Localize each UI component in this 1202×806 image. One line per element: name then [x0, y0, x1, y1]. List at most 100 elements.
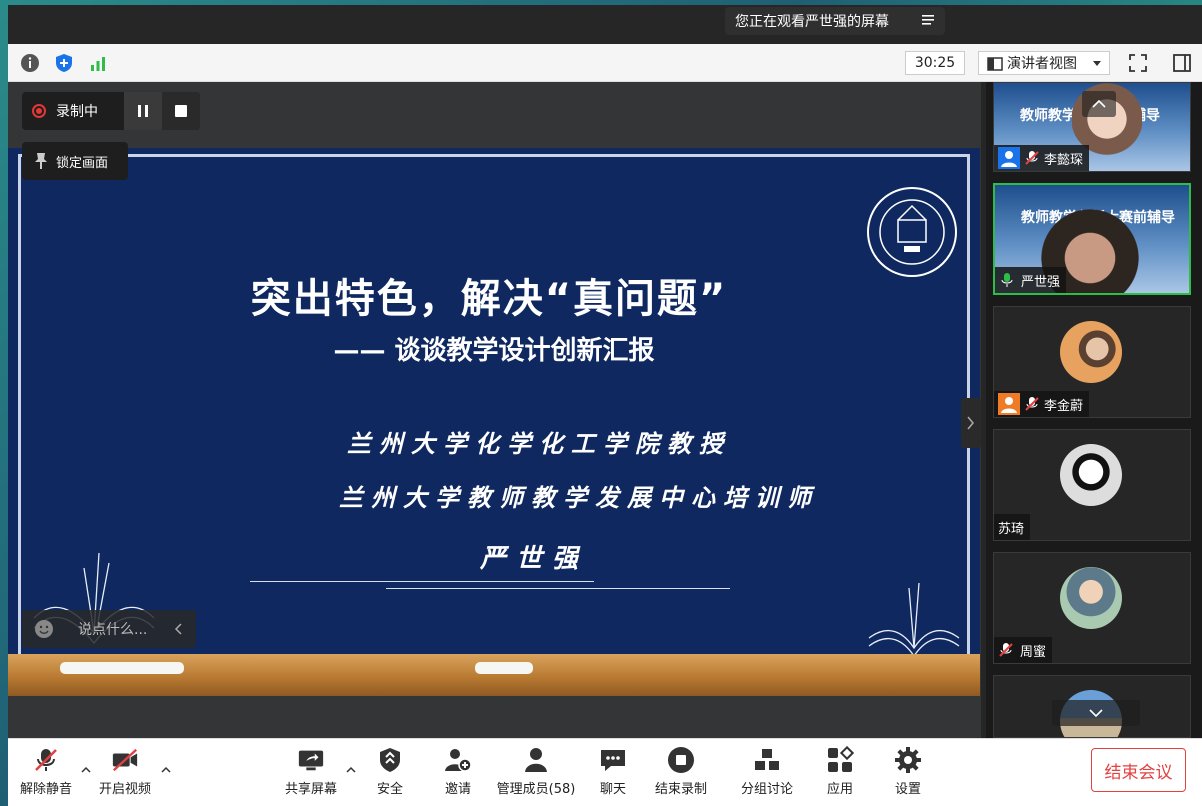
chat-placeholder: 说点什么... [78, 622, 148, 638]
chevron-up-icon [1092, 100, 1106, 108]
mic-muted-icon [1025, 397, 1039, 411]
video-off-icon [112, 748, 138, 772]
chat-input[interactable]: 说点什么... [22, 610, 196, 648]
apps-grid-icon [828, 746, 854, 772]
pause-recording-button[interactable] [124, 92, 162, 130]
speaker-view-icon [987, 57, 1003, 71]
scroll-up-button[interactable] [1082, 91, 1116, 117]
manage-participants-button[interactable]: 管理成员(58) [494, 746, 578, 800]
chevron-down-icon [1093, 61, 1101, 66]
info-icon[interactable] [18, 51, 42, 75]
view-mode-select[interactable]: 演讲者视图 [978, 51, 1110, 75]
breakout-rooms-label: 分组讨论 [740, 782, 793, 797]
participant-name: 严世强 [1021, 274, 1061, 290]
share-screen-label: 共享屏幕 [284, 782, 337, 797]
scroll-down-button[interactable] [1052, 700, 1140, 726]
meeting-timer: 30:25 [905, 51, 965, 75]
start-video-label: 开启视频 [98, 782, 151, 797]
stop-recording-toolbar-button[interactable]: 结束录制 [652, 746, 710, 800]
settings-label: 设置 [894, 782, 921, 797]
menu-icon[interactable] [921, 13, 935, 27]
security-label: 安全 [376, 782, 403, 797]
share-options-chevron-icon[interactable] [345, 764, 357, 776]
top-toolbar: 30:25 演讲者视图 [8, 44, 1202, 82]
participant-tile-active-speaker[interactable]: 教师教学创新大赛前辅导 严世强 [993, 183, 1191, 295]
stop-recording-button[interactable] [162, 92, 200, 130]
decor-line [250, 581, 594, 582]
slide-title: 突出特色，解决“真问题” [250, 276, 728, 322]
participant-avatar [1060, 444, 1122, 506]
view-mode-label: 演讲者视图 [1007, 56, 1077, 72]
lock-view-button[interactable]: 锁定画面 [22, 142, 128, 180]
viewing-banner[interactable]: 您正在观看严世强的屏幕 [725, 7, 945, 35]
manage-participants-label: 管理成员(58) [496, 782, 576, 797]
mic-muted-icon [999, 643, 1013, 657]
chevron-left-icon[interactable] [174, 623, 182, 635]
chalk-piece [475, 662, 533, 674]
participant-name-tag: 李金蔚 [994, 391, 1090, 417]
participant-tile[interactable]: 周蜜 [993, 552, 1191, 664]
security-button[interactable]: 安全 [370, 746, 410, 800]
participants-icon [525, 748, 547, 772]
share-screen-button[interactable]: 共享屏幕 [282, 746, 340, 800]
pause-icon [138, 105, 148, 117]
video-options-chevron-icon[interactable] [160, 764, 172, 776]
participant-tile[interactable] [993, 675, 1191, 738]
chevron-down-icon [1089, 709, 1103, 717]
participant-name-tag: 李懿琛 [994, 145, 1090, 171]
invite-button[interactable]: 邀请 [438, 746, 478, 800]
participant-name: 苏琦 [998, 521, 1025, 537]
security-shield-icon [380, 748, 400, 772]
viewing-banner-text: 您正在观看严世强的屏幕 [735, 14, 889, 30]
audio-options-chevron-icon[interactable] [80, 764, 92, 776]
start-video-button[interactable]: 开启视频 [96, 746, 154, 800]
chevron-right-icon [967, 416, 974, 430]
unmute-button[interactable]: 解除静音 [18, 746, 74, 800]
participant-name-tag: 严世强 [995, 267, 1067, 293]
emoji-icon[interactable] [34, 619, 54, 639]
invite-label: 邀请 [444, 782, 471, 797]
participant-avatar [1060, 321, 1122, 383]
gear-icon [895, 747, 921, 773]
sidebar-toggle-icon[interactable] [1170, 51, 1194, 75]
participant-name: 李懿琛 [1044, 152, 1084, 168]
fullscreen-icon[interactable] [1126, 51, 1150, 75]
participant-tile[interactable]: 教师教学创新大赛辅导 李懿琛 [993, 82, 1191, 172]
slide-affiliation-2: 兰州大学教师教学发展中心培训师 [339, 483, 819, 512]
participant-name-tag: 苏琦 [994, 514, 1031, 540]
apps-button[interactable]: 应用 [820, 746, 860, 800]
host-avatar-icon [998, 147, 1020, 169]
participant-tile[interactable]: 苏琦 [993, 429, 1191, 541]
share-screen-icon [298, 750, 324, 771]
participant-name-tag: 周蜜 [994, 637, 1053, 663]
record-dot-icon [32, 104, 46, 118]
breakout-rooms-button[interactable]: 分组讨论 [738, 746, 796, 800]
mic-muted-icon [35, 749, 57, 771]
lock-view-label: 锁定画面 [56, 155, 109, 171]
chat-label: 聊天 [599, 782, 626, 797]
stop-icon [175, 105, 187, 117]
invite-user-icon [445, 749, 472, 772]
settings-button[interactable]: 设置 [888, 746, 928, 800]
participant-name: 周蜜 [1020, 644, 1047, 660]
participant-avatar [1060, 567, 1122, 629]
mic-active-icon [1001, 273, 1013, 287]
unmute-label: 解除静音 [19, 782, 72, 797]
signal-strength-icon[interactable] [86, 51, 110, 75]
apps-label: 应用 [826, 782, 853, 797]
participant-tile[interactable]: 李金蔚 [993, 306, 1191, 418]
end-meeting-button[interactable]: 结束会议 [1091, 748, 1186, 792]
slide-subtitle: —— 谈谈教学设计创新汇报 [333, 336, 655, 366]
chalk-piece [60, 662, 184, 674]
university-seal-icon [867, 187, 957, 277]
decor-line [386, 588, 730, 589]
chat-button[interactable]: 聊天 [593, 746, 633, 800]
collapse-sidebar-button[interactable] [961, 398, 981, 448]
stop-record-icon [668, 747, 694, 773]
slide-affiliation-1: 兰州大学化学化工学院教授 [347, 429, 731, 458]
chalk-tray [8, 654, 980, 696]
participant-name: 李金蔚 [1044, 398, 1084, 414]
mic-muted-icon [1025, 151, 1039, 165]
shield-icon[interactable] [52, 51, 76, 75]
recording-label: 录制中 [56, 104, 98, 120]
